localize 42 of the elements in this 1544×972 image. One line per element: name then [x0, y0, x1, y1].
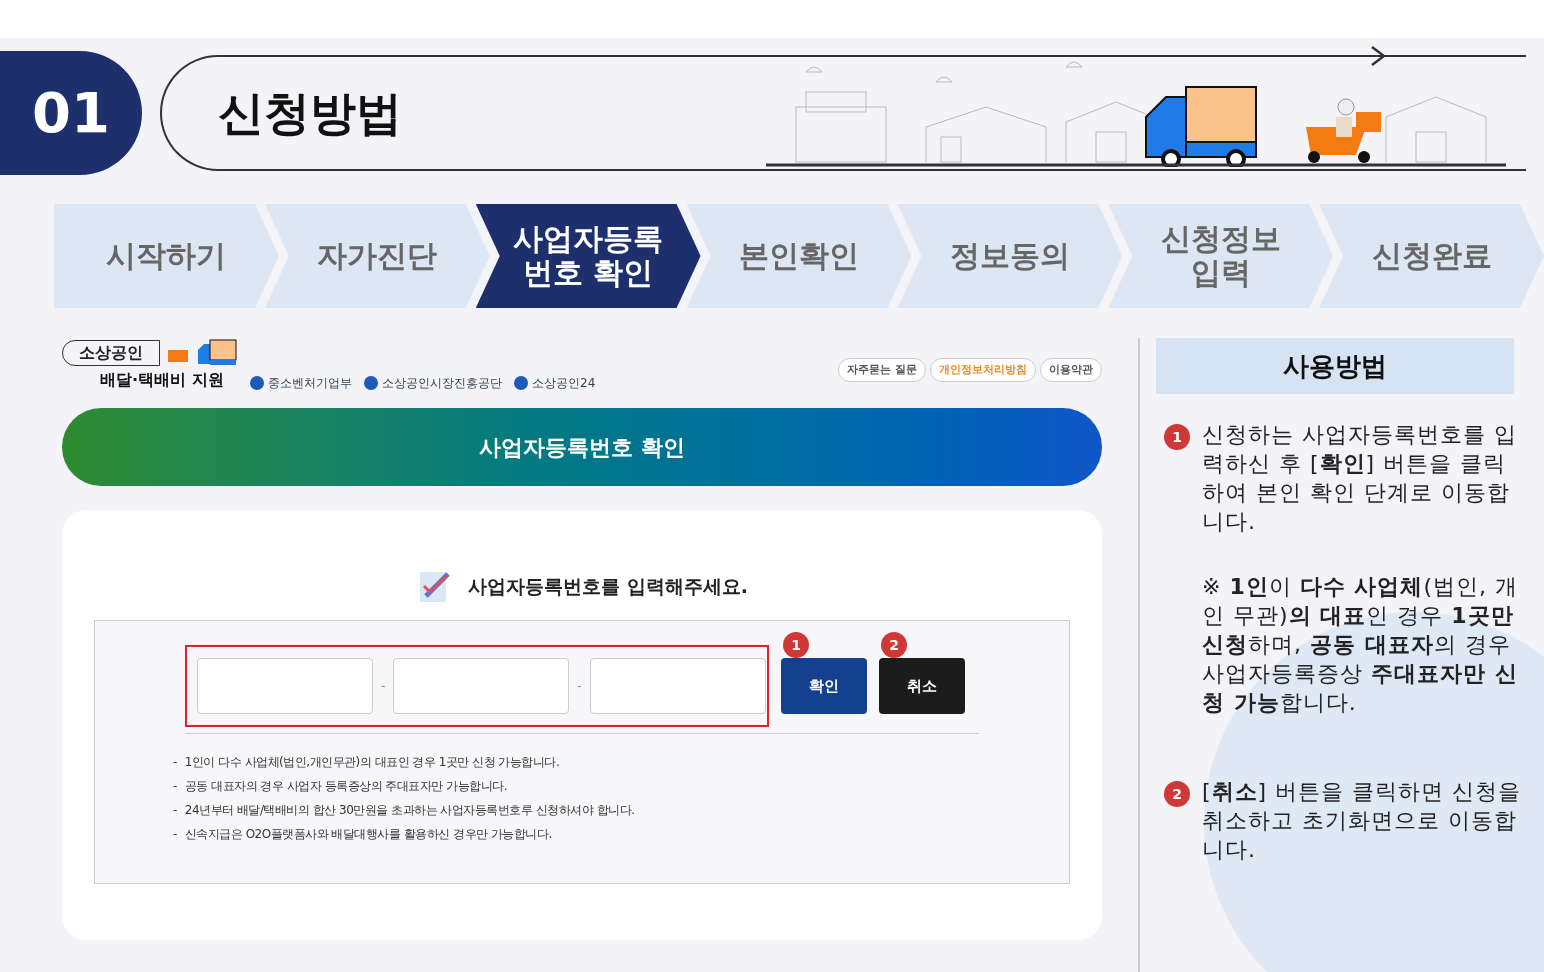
step-marker: 1: [1164, 424, 1190, 450]
partner-logo: 소상공인시장진흥공단: [364, 374, 502, 392]
step-tab[interactable]: 정보동의: [897, 204, 1123, 308]
note-text: 1인이 다수 사업체(법인,개인무관)의 대표인 경우 1곳만 신청 가능합니다.: [184, 754, 560, 771]
step-tab[interactable]: 신청완료: [1319, 204, 1544, 308]
bullet: -: [173, 754, 177, 771]
step-marker: 2: [1164, 781, 1190, 807]
step-tab[interactable]: 시작하기: [54, 204, 279, 308]
input-field[interactable]: [589, 658, 766, 714]
guide-text: 신청하는 사업자등록번호를 입력하신 후 [확인] 버튼을 클릭하여 본인 확인 단계로 이동합니다.: [1202, 421, 1518, 536]
prompt-text: 사업자등록번호를 입력해주세요.: [468, 573, 748, 599]
input-field[interactable]: [393, 658, 570, 714]
confirm-button[interactable]: 확인: [781, 658, 867, 714]
top-link[interactable]: 개인정보처리방침: [930, 358, 1036, 382]
input-field[interactable]: [197, 658, 373, 714]
partner-logo: 소상공인24: [514, 374, 596, 392]
bullet: -: [173, 802, 177, 819]
separator: -: [381, 678, 386, 695]
step-tab[interactable]: 사업자등록 번호 확인: [475, 204, 701, 308]
step-tab[interactable]: 신청정보 입력: [1108, 204, 1334, 308]
top-link[interactable]: 이용약관: [1040, 358, 1102, 382]
partner-logo: 중소벤처기업부: [250, 374, 352, 392]
step-tab[interactable]: 자가진단: [264, 204, 490, 308]
section-number: 01: [0, 51, 142, 175]
bullet: -: [173, 826, 177, 843]
guide-text: ※ 1인이 다수 사업체(법인, 개인 무관)의 대표인 경우 1곳만 신청하며, 공동 대표자의 경우 사업자등록증상 주대표자만 신청 가능합니다.: [1202, 573, 1519, 717]
separator: -: [577, 678, 582, 695]
top-link[interactable]: 자주묻는 질문: [838, 358, 926, 382]
brand-subtitle: 배달·택배비 지원: [100, 369, 225, 391]
step-marker: 1: [783, 632, 809, 658]
step-tab[interactable]: 본인확인: [686, 204, 912, 308]
note-text: 공동 대표자의 경우 사업자 등록증상의 주대표자만 가능합니다.: [184, 778, 508, 795]
section-banner: 사업자등록번호 확인: [62, 408, 1102, 486]
bullet: -: [173, 778, 177, 795]
guide-text: [취소] 버튼을 클릭하면 신청을 취소하고 초기화면으로 이동합니다.: [1202, 778, 1523, 864]
cancel-button[interactable]: 취소: [879, 658, 965, 714]
delivery-icon: [168, 338, 238, 368]
guide-title: 사용방법: [1156, 338, 1514, 394]
note-text: 24년부터 배달/택배비의 합산 30만원을 초과하는 사업자등록번호루 신청하셔야 합니다.: [184, 802, 635, 819]
page-title: 신청방법: [218, 84, 402, 142]
step-marker: 2: [881, 632, 907, 658]
note-text: 신속지급은 O2O플랫폼사와 배달대행사를 활용하신 경우만 가능합니다.: [184, 826, 552, 843]
